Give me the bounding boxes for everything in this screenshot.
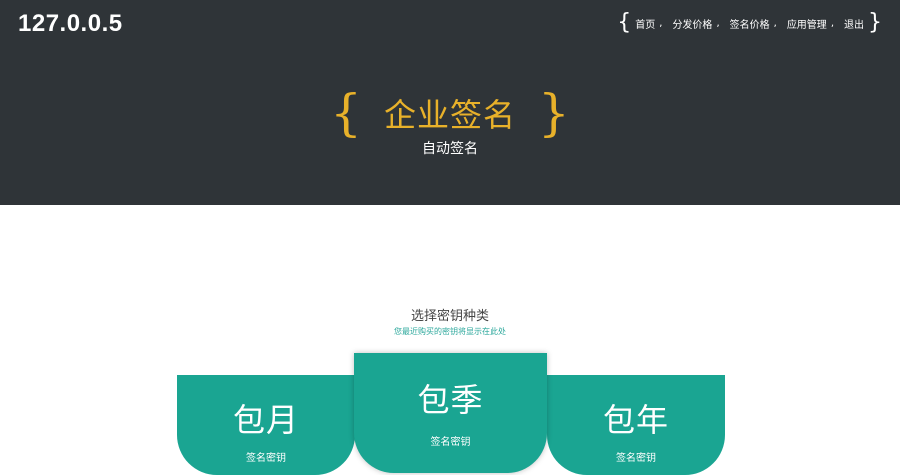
hero-subtitle: 自动签名 <box>422 141 478 157</box>
nav-separator: , <box>716 17 720 29</box>
nav-item-distribution-price[interactable]: 分发价格 <box>668 16 716 31</box>
nav-open-brace: { <box>617 10 632 35</box>
key-card-yearly[interactable]: 包年 签名密钥 <box>547 375 725 475</box>
nav-separator: , <box>659 17 663 29</box>
card-name: 包年 <box>602 401 669 439</box>
top-nav: { 首页 , 分发价格 , 签名价格 , 应用管理 , 退出 } <box>617 11 882 35</box>
card-name: 包季 <box>417 381 484 419</box>
hero-left-brace: { <box>330 84 362 142</box>
nav-close-brace: } <box>868 10 882 35</box>
nav-item-signature-price[interactable]: 签名价格 <box>726 16 774 31</box>
hero-right-brace: } <box>538 84 570 142</box>
card-name: 包月 <box>232 401 299 439</box>
key-card-monthly[interactable]: 包月 签名密钥 <box>177 375 355 475</box>
section-hint: 您最近购买的密钥将显示在此处 <box>394 327 506 336</box>
hero-heading: { 企业签名 } <box>0 88 900 138</box>
hero-title: 企业签名 <box>383 96 516 134</box>
site-logo[interactable]: 127.0.0.5 <box>18 10 123 38</box>
nav-item-logout[interactable]: 退出 <box>840 16 868 31</box>
card-desc: 签名密钥 <box>616 453 656 464</box>
nav-separator: , <box>830 17 834 29</box>
key-card-quarterly[interactable]: 包季 签名密钥 <box>354 353 547 473</box>
section-title: 选择密钥种类 <box>410 309 489 324</box>
card-desc: 签名密钥 <box>430 437 471 448</box>
header: 127.0.0.5 { 首页 , 分发价格 , 签名价格 , 应用管理 , 退出… <box>0 0 900 205</box>
nav-separator: , <box>773 17 777 29</box>
nav-item-app-management[interactable]: 应用管理 <box>783 16 831 31</box>
card-desc: 签名密钥 <box>246 453 286 464</box>
nav-item-home[interactable]: 首页 <box>631 16 659 31</box>
